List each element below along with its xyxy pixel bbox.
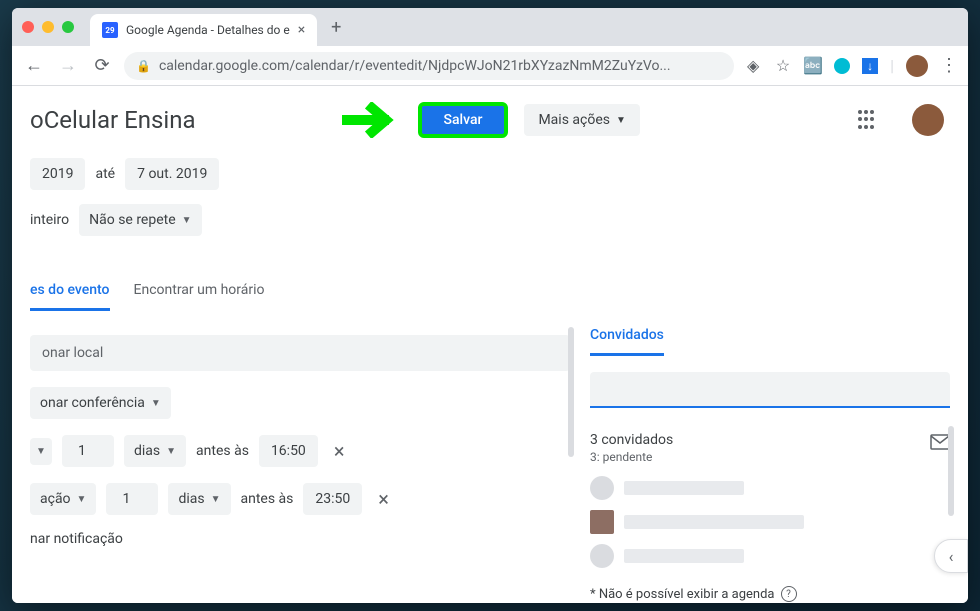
notif-number-input-2[interactable]: 1: [106, 483, 158, 515]
guests-title: Convidados: [590, 327, 664, 356]
maximize-window-button[interactable]: [62, 21, 74, 33]
window-controls: [22, 21, 74, 33]
repeat-dropdown[interactable]: Não se repete ▼: [79, 204, 201, 236]
page-content: oCelular Ensina Salvar Mais ações ▼ 2019…: [12, 86, 968, 603]
tab-title: Google Agenda - Detalhes do e: [126, 23, 290, 37]
notification-row-2: ação ▼ 1 dias ▼ antes às 23:50 ×: [30, 475, 570, 523]
save-button[interactable]: Salvar: [418, 102, 509, 138]
notif-prefix-label: ação: [40, 491, 71, 507]
chevron-down-icon: ▼: [77, 494, 87, 505]
help-icon[interactable]: ?: [781, 586, 797, 602]
arrow-icon: [342, 102, 402, 138]
more-actions-label: Mais ações: [538, 112, 610, 128]
close-window-button[interactable]: [22, 21, 34, 33]
tab-find-time[interactable]: Encontrar um horário: [134, 282, 265, 311]
guest-list: [590, 476, 950, 568]
tab-event-details[interactable]: es do evento: [30, 282, 110, 311]
notification-row-1: ▼ 1 dias ▼ antes às 16:50 ×: [30, 427, 570, 475]
guest-count: 3 convidados: [590, 432, 950, 448]
guest-avatar: [590, 476, 614, 500]
guest-item[interactable]: [590, 476, 950, 500]
repeat-row: inteiro Não se repete ▼: [12, 194, 968, 242]
add-guest-input[interactable]: [590, 372, 950, 408]
guest-avatar: [590, 544, 614, 568]
browser-tab-bar: 29 Google Agenda - Detalhes do e × +: [12, 8, 968, 46]
guest-warning-text: * Não é possível exibir a agenda: [590, 587, 775, 602]
event-header: oCelular Ensina Salvar Mais ações ▼: [12, 86, 968, 154]
guest-item[interactable]: [590, 544, 950, 568]
more-actions-button[interactable]: Mais ações ▼: [524, 104, 639, 136]
guest-warning: * Não é possível exibir a agenda ?: [590, 586, 950, 602]
details-panel: onar local onar conferência ▼ ▼ 1 dias ▼: [30, 327, 570, 602]
allday-label: inteiro: [30, 212, 69, 228]
guest-pending: 3: pendente: [590, 450, 950, 464]
url-field[interactable]: 🔒 calendar.google.com/calendar/r/evented…: [124, 52, 734, 80]
notif-time-input[interactable]: 16:50: [259, 435, 318, 467]
new-tab-button[interactable]: +: [331, 17, 341, 38]
calendar-owner-row: e Farias ▼ ▼: [12, 602, 968, 603]
event-title[interactable]: oCelular Ensina: [30, 106, 196, 134]
reload-button[interactable]: ⟳: [90, 54, 114, 78]
google-apps-icon[interactable]: [858, 110, 878, 130]
scrollbar-left[interactable]: [568, 327, 574, 457]
detail-tabs: es do evento Encontrar um horário: [12, 242, 968, 311]
tab-favicon: 29: [102, 22, 118, 38]
profile-avatar-small[interactable]: [906, 55, 928, 77]
notif-unit-dropdown-2[interactable]: dias ▼: [168, 483, 230, 515]
account-avatar[interactable]: [912, 104, 944, 136]
lock-icon: 🔒: [136, 59, 151, 73]
conference-dropdown[interactable]: onar conferência ▼: [30, 387, 171, 419]
bookmark-star-icon[interactable]: ☆: [774, 57, 792, 75]
notif-time-input-2[interactable]: 23:50: [303, 483, 362, 515]
chevron-down-icon: ▼: [151, 398, 161, 409]
notif-number-input[interactable]: 1: [62, 435, 114, 467]
ext-icon-1[interactable]: ◈: [744, 57, 762, 75]
chevron-down-icon: ▼: [182, 215, 192, 226]
minimize-window-button[interactable]: [42, 21, 54, 33]
notif-type-dropdown-2[interactable]: ação ▼: [30, 483, 96, 515]
guest-name-redacted: [624, 515, 804, 529]
download-icon[interactable]: ↓: [862, 58, 878, 74]
before-at-label: antes às: [196, 443, 249, 459]
translate-icon[interactable]: 🔤: [804, 57, 822, 75]
chevron-down-icon: ▼: [166, 446, 176, 457]
repeat-value: Não se repete: [89, 212, 176, 228]
browser-tab[interactable]: 29 Google Agenda - Detalhes do e ×: [90, 14, 317, 46]
browser-menu-icon[interactable]: ⋮: [940, 55, 958, 76]
until-label: até: [95, 166, 115, 182]
add-notification-link[interactable]: nar notificação: [30, 531, 123, 547]
end-date-chip[interactable]: 7 out. 2019: [125, 158, 219, 190]
date-row: 2019 até 7 out. 2019: [12, 154, 968, 194]
highlight-arrow: [342, 102, 402, 138]
guest-item[interactable]: [590, 510, 950, 534]
close-tab-icon[interactable]: ×: [298, 22, 305, 38]
chevron-down-icon: ▼: [616, 115, 626, 126]
chevron-down-icon: ▼: [211, 494, 221, 505]
guest-avatar: [590, 510, 614, 534]
side-panel-toggle[interactable]: ‹: [934, 539, 968, 573]
guest-name-redacted: [624, 481, 744, 495]
notif-type-dropdown[interactable]: ▼: [30, 438, 52, 465]
guests-panel: Convidados 3 convidados 3: pendente: [590, 327, 950, 602]
notif-unit-label-2: dias: [178, 491, 204, 507]
ext-icon-cyan[interactable]: [834, 58, 850, 74]
remove-notification-icon[interactable]: ×: [334, 439, 345, 463]
forward-button[interactable]: →: [56, 54, 80, 78]
notif-unit-dropdown[interactable]: dias ▼: [124, 435, 186, 467]
conference-label: onar conferência: [40, 395, 145, 411]
before-at-label-2: antes às: [241, 491, 294, 507]
notif-unit-label: dias: [134, 443, 160, 459]
scrollbar-right[interactable]: [948, 426, 954, 516]
location-input[interactable]: onar local: [30, 335, 570, 371]
back-button[interactable]: ←: [22, 54, 46, 78]
url-text: calendar.google.com/calendar/r/eventedit…: [159, 58, 722, 74]
address-bar: ← → ⟳ 🔒 calendar.google.com/calendar/r/e…: [12, 46, 968, 86]
start-date-chip[interactable]: 2019: [30, 158, 85, 190]
extension-icons: ◈ ☆ 🔤 ↓ | ⋮: [744, 55, 958, 77]
guest-name-redacted: [624, 549, 744, 563]
remove-notification-icon-2[interactable]: ×: [378, 487, 389, 511]
email-guests-icon[interactable]: [930, 434, 950, 455]
